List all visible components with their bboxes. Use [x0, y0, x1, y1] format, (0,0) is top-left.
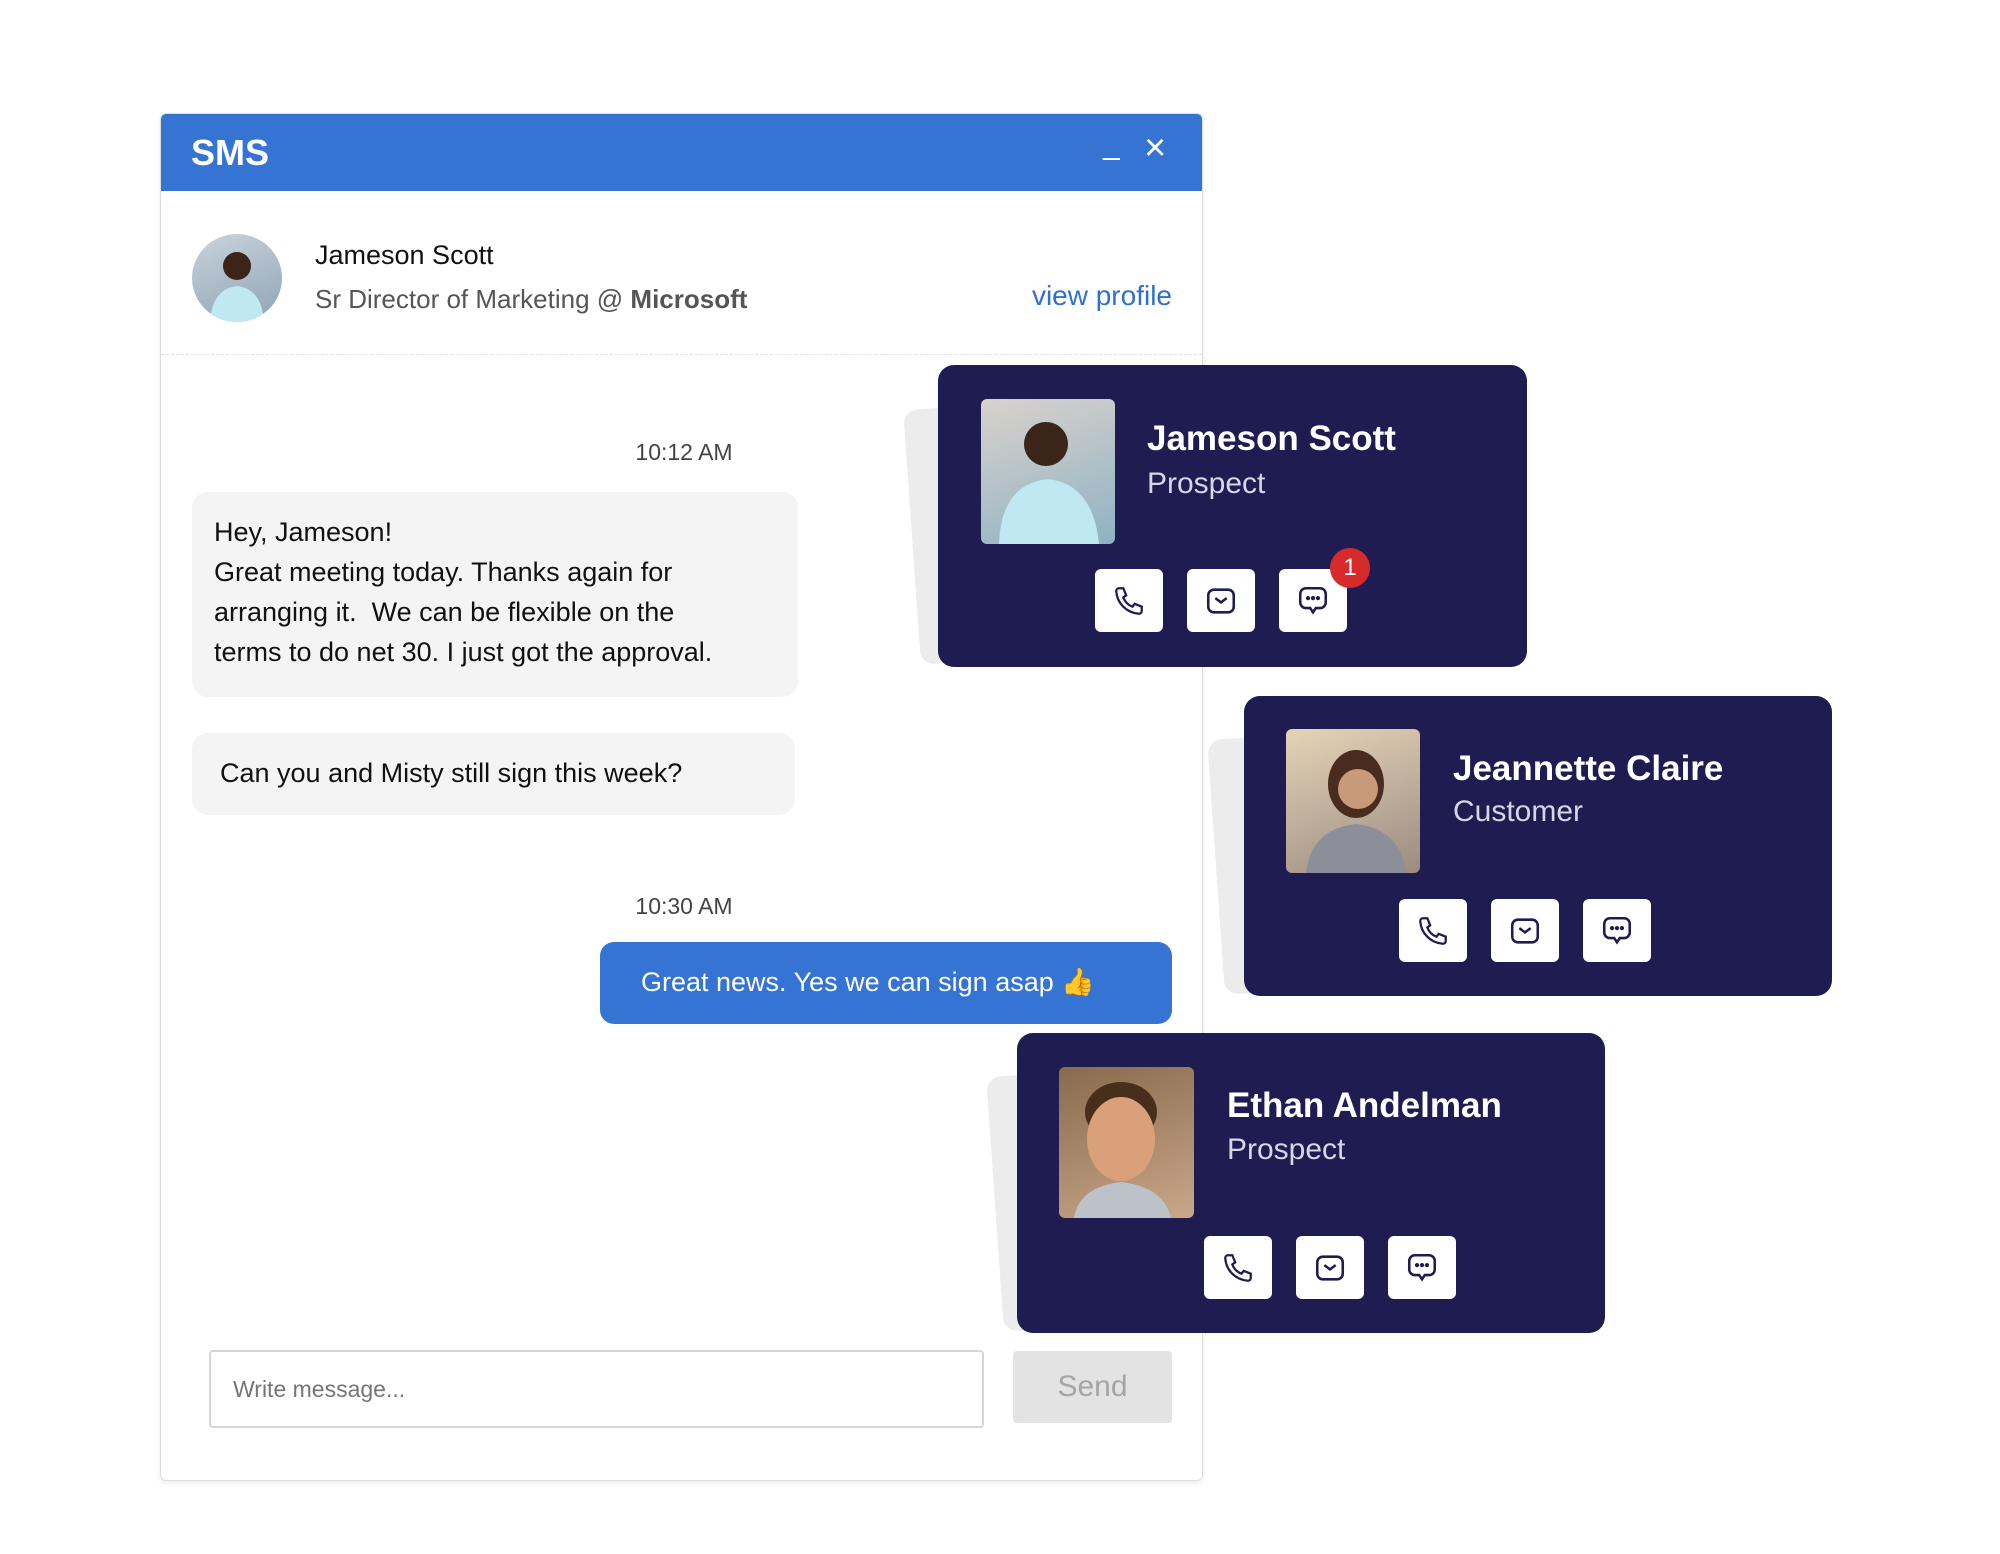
phone-icon: [1419, 916, 1447, 945]
received-message: Can you and Misty still sign this week?: [192, 733, 795, 815]
sms-header: SMS _ ×: [161, 114, 1202, 191]
contact-name: Jameson Scott: [315, 240, 494, 270]
email-button[interactable]: [1187, 569, 1255, 632]
call-button[interactable]: [1204, 1236, 1272, 1299]
unread-badge: 1: [1330, 548, 1370, 588]
card-role: Prospect: [1147, 467, 1266, 500]
contact-subtitle: Sr Director of Marketing @ Microsoft: [315, 284, 747, 315]
contact-card[interactable]: Jeannette Claire Customer: [1244, 696, 1832, 996]
message-line: Great meeting today. Thanks again for: [214, 557, 673, 587]
mail-icon: [1315, 1254, 1345, 1281]
message-line: arranging it. We can be flexible on the: [214, 597, 675, 627]
email-button[interactable]: [1296, 1236, 1364, 1299]
contact-company: Microsoft: [630, 284, 748, 314]
mail-icon: [1206, 587, 1236, 614]
card-role: Customer: [1453, 795, 1584, 828]
call-button[interactable]: [1095, 569, 1163, 632]
contact-photo: [1286, 729, 1420, 873]
sms-button[interactable]: [1388, 1236, 1456, 1299]
contact-photo: [1059, 1067, 1194, 1218]
card-role: Prospect: [1227, 1133, 1346, 1166]
contact-card[interactable]: Jameson Scott Prospect 1: [938, 365, 1527, 667]
received-message: Hey, Jameson! Great meeting today. Thank…: [192, 492, 798, 697]
at-sign: @: [596, 284, 624, 314]
contact-avatar: [192, 234, 282, 322]
mail-icon: [1510, 917, 1540, 944]
contact-job-title: Sr Director of Marketing: [315, 284, 590, 314]
timestamp: 10:30 AM: [635, 893, 733, 919]
chat-icon: [1602, 916, 1632, 945]
view-profile-link[interactable]: view profile: [1032, 280, 1172, 312]
header-divider: [161, 354, 1202, 355]
timestamp: 10:12 AM: [635, 439, 733, 465]
close-button[interactable]: ×: [1144, 128, 1166, 168]
sent-message: Great news. Yes we can sign asap 👍: [600, 942, 1172, 1024]
message-line: Hey, Jameson!: [214, 517, 393, 547]
minimize-button[interactable]: _: [1103, 128, 1120, 162]
sms-button[interactable]: [1583, 899, 1651, 962]
card-name: Ethan Andelman: [1227, 1086, 1502, 1125]
card-name: Jameson Scott: [1147, 419, 1396, 458]
send-button[interactable]: Send: [1013, 1351, 1172, 1423]
window-title: SMS: [191, 132, 270, 173]
email-button[interactable]: [1491, 899, 1559, 962]
call-button[interactable]: [1399, 899, 1467, 962]
message-input[interactable]: [209, 1350, 984, 1428]
chat-icon: [1407, 1253, 1437, 1282]
contact-photo: [981, 399, 1115, 544]
phone-icon: [1115, 586, 1143, 615]
chat-icon: [1298, 586, 1328, 615]
message-line: terms to do net 30. I just got the appro…: [214, 637, 713, 667]
card-name: Jeannette Claire: [1453, 749, 1724, 788]
contact-card[interactable]: Ethan Andelman Prospect: [1017, 1033, 1605, 1333]
phone-icon: [1224, 1253, 1252, 1282]
